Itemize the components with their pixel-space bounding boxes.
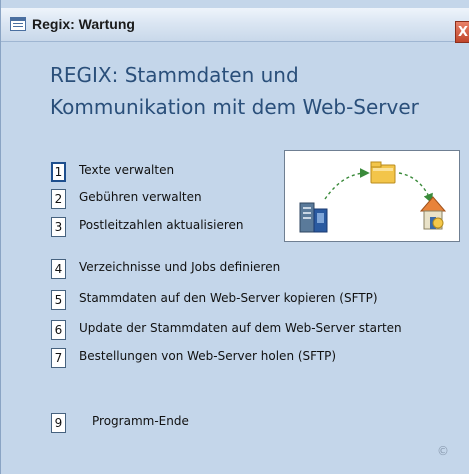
sync-illustration	[284, 150, 460, 242]
menu-number-button[interactable]: 5	[51, 290, 66, 310]
menu-number-button[interactable]: 7	[51, 348, 66, 368]
menu-item-label[interactable]: Update der Stammdaten auf dem Web-Server…	[79, 321, 402, 335]
window-title: Regix: Wartung	[32, 16, 135, 32]
menu-item-label[interactable]: Verzeichnisse und Jobs definieren	[79, 260, 280, 274]
folder-icon	[370, 161, 396, 184]
menu-number-button[interactable]: 6	[51, 320, 66, 340]
home-icon	[419, 196, 447, 230]
menu-number-button[interactable]: 4	[51, 259, 66, 279]
arrow-to-folder	[324, 168, 370, 200]
menu-item-label[interactable]: Bestellungen von Web-Server holen (SFTP)	[79, 349, 336, 363]
menu-number-button[interactable]: 3	[51, 217, 66, 237]
window-form-icon	[10, 17, 26, 31]
close-button[interactable]: X	[455, 21, 469, 43]
title-bar[interactable]: Regix: Wartung X	[1, 8, 469, 43]
copyright-mark: ©	[437, 444, 449, 458]
menu-item-label[interactable]: Gebühren verwalten	[79, 190, 202, 204]
exit-label[interactable]: Programm-Ende	[92, 414, 189, 428]
menu-item-label[interactable]: Postleitzahlen aktualisieren	[79, 218, 244, 232]
menu-number-button[interactable]: 2	[51, 189, 66, 209]
page-title-line-1: REGIX: Stammdaten und	[50, 63, 299, 87]
menu-item-label[interactable]: Stammdaten auf den Web-Server kopieren (…	[79, 291, 378, 305]
window: Regix: Wartung X REGIX: Stammdaten und K…	[0, 0, 469, 474]
exit-number-button[interactable]: 9	[51, 413, 66, 433]
menu-number-button[interactable]: 1	[51, 162, 66, 182]
server-icon	[299, 202, 328, 233]
page-title-line-2: Kommunikation mit dem Web-Server	[50, 95, 419, 119]
arrow-to-home	[398, 172, 433, 204]
menu-item-label[interactable]: Texte verwalten	[79, 163, 174, 177]
sync-illustration-graphic	[299, 161, 447, 233]
